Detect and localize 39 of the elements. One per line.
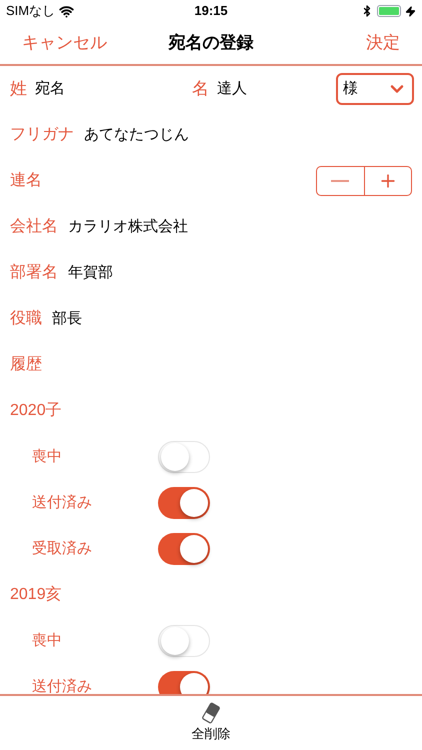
field-label: フリガナ: [10, 125, 74, 145]
status-time: 19:15: [194, 2, 228, 20]
field-value[interactable]: カラリオ株式会社: [68, 216, 188, 238]
done-button[interactable]: 決定: [300, 30, 400, 56]
field-label: 会社名: [10, 216, 58, 237]
field-value[interactable]: 部長: [52, 308, 82, 330]
stepper-control[interactable]: [316, 166, 412, 196]
battery-icon: [377, 5, 401, 17]
toggle-switch[interactable]: [158, 671, 210, 694]
year-label: 2019亥: [10, 584, 62, 605]
field-value[interactable]: あてなたつじん: [84, 124, 189, 146]
bluetooth-icon: [361, 5, 373, 17]
toggle-switch[interactable]: [158, 441, 210, 473]
cancel-button[interactable]: キャンセル: [22, 30, 122, 56]
toggle-switch[interactable]: [158, 487, 210, 519]
toggle-switch[interactable]: [158, 533, 210, 565]
year-label: 2020子: [10, 401, 62, 421]
field-label: 役職: [10, 308, 42, 329]
toggle-label: 喪中: [32, 630, 63, 651]
field-label: 姓: [10, 78, 27, 100]
section-label: 履歴: [10, 355, 42, 375]
toggle-label: 送付済み: [32, 676, 93, 694]
wifi-icon: [59, 4, 74, 18]
charging-icon: [405, 6, 416, 16]
field-label: 部署名: [10, 262, 58, 283]
carrier-text: SIMなし: [6, 2, 56, 20]
field-value[interactable]: 年賀部: [68, 262, 113, 284]
toggle-label: 喪中: [32, 446, 63, 467]
minus-icon: [331, 180, 350, 182]
field-label: 名: [192, 78, 209, 100]
honorific-dropdown[interactable]: 様: [336, 73, 414, 105]
toggle-label: 送付済み: [32, 492, 93, 513]
delete-all-button[interactable]: 全削除: [192, 702, 230, 744]
toggle-label: 受取済み: [32, 538, 93, 559]
field-value[interactable]: 達人: [217, 78, 247, 100]
field-value[interactable]: 宛名: [35, 78, 155, 100]
nav-title: 宛名の登録: [168, 32, 254, 54]
field-label: 連名: [10, 170, 42, 191]
toggle-switch[interactable]: [158, 625, 210, 657]
